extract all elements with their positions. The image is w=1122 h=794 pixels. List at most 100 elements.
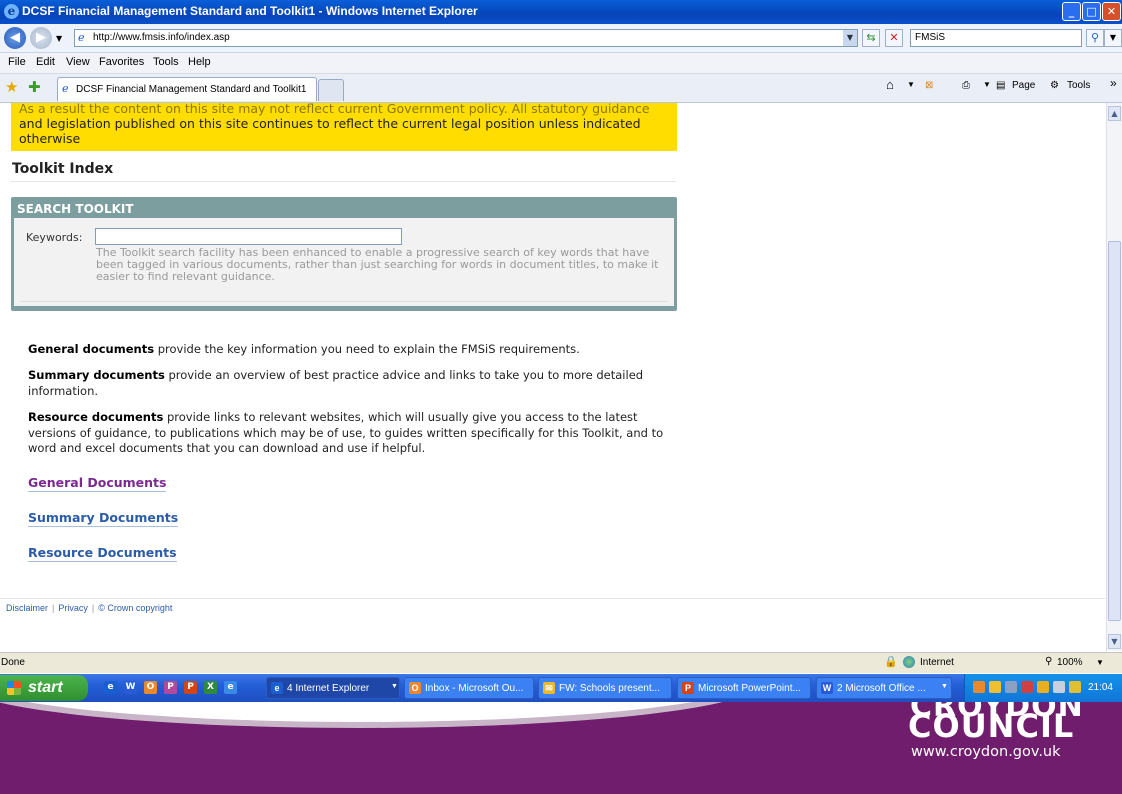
desc-text: provide the key information you need to …	[154, 342, 580, 356]
forward-arrow-icon: ▶	[36, 30, 46, 45]
print-icon[interactable]: ⎙	[962, 80, 970, 91]
scroll-thumb[interactable]	[1108, 241, 1121, 621]
address-dropdown-button[interactable]: ▼	[843, 30, 857, 46]
task-microsoft-office[interactable]: W 2 Microsoft Office ... ▼	[816, 677, 952, 699]
vertical-scrollbar[interactable]: ▲ ▼	[1106, 103, 1122, 651]
window-title-bar[interactable]: e DCSF Financial Management Standard and…	[0, 0, 1122, 24]
tools-menu-button[interactable]: Tools	[1067, 80, 1090, 91]
tab-toolbar: ★ ✚ ℯ DCSF Financial Management Standard…	[0, 74, 1122, 103]
tab-fmsis[interactable]: ℯ DCSF Financial Management Standard and…	[57, 77, 317, 101]
internet-zone-icon	[903, 656, 915, 668]
zoom-level[interactable]: 100%	[1057, 657, 1083, 668]
minimize-button[interactable]: _	[1062, 2, 1081, 21]
keywords-input[interactable]	[95, 228, 402, 245]
windows-taskbar: start e W O P P X e e 4 Internet Explore…	[0, 674, 1122, 702]
white-swoosh	[0, 702, 760, 722]
task-internet-explorer[interactable]: e 4 Internet Explorer ▼	[266, 677, 400, 699]
email-task-icon: ✉	[543, 682, 555, 694]
tray-outlook-icon[interactable]	[973, 681, 985, 693]
resource-documents-link[interactable]: Resource Documents	[28, 545, 177, 562]
page-menu-button[interactable]: Page	[1012, 80, 1035, 91]
tray-battery-icon[interactable]	[1069, 681, 1081, 693]
zoom-icon: ⚲	[1045, 656, 1053, 667]
home-dropdown[interactable]: ▼	[907, 80, 915, 89]
page-footer: Disclaimer | Privacy | © Crown copyright	[6, 603, 173, 613]
quicklaunch-explorer-icon[interactable]: e	[224, 681, 237, 694]
tab-label: DCSF Financial Management Standard and T…	[76, 84, 307, 95]
search-input[interactable]: FMSiS	[910, 29, 1082, 47]
protected-mode-icon: 🔒	[884, 656, 898, 668]
quicklaunch-powerpoint-icon[interactable]: P	[184, 681, 197, 694]
privacy-link[interactable]: Privacy	[58, 603, 88, 613]
powerpoint-task-icon: P	[682, 682, 694, 694]
desc-term: Summary documents	[28, 368, 165, 382]
start-button[interactable]: start	[0, 675, 88, 701]
new-tab-button[interactable]	[318, 79, 344, 101]
feeds-icon[interactable]: ⊠	[925, 80, 933, 91]
summary-documents-link[interactable]: Summary Documents	[28, 510, 179, 527]
search-panel-divider	[20, 301, 668, 302]
word-task-icon: W	[821, 682, 833, 694]
scroll-down-button[interactable]: ▼	[1108, 634, 1121, 649]
refresh-button[interactable]: ⇆	[862, 29, 880, 47]
print-dropdown[interactable]: ▼	[983, 80, 991, 89]
tray-security-icon[interactable]	[989, 681, 1001, 693]
quicklaunch-word-icon[interactable]: W	[124, 681, 137, 694]
tray-network-icon[interactable]	[1021, 681, 1033, 693]
home-icon[interactable]: ⌂	[886, 77, 894, 92]
search-button[interactable]: ⚲	[1086, 29, 1104, 47]
tab-page-icon: ℯ	[62, 82, 69, 95]
zone-label: Internet	[920, 657, 954, 668]
desc-term: Resource documents	[28, 410, 164, 424]
tray-volume-icon[interactable]	[1005, 681, 1017, 693]
address-input[interactable]: ℯ http://www.fmsis.info/index.asp ▼	[74, 29, 858, 47]
policy-notice: As a result the content on this site may…	[11, 103, 677, 151]
disclaimer-link[interactable]: Disclaimer	[6, 603, 48, 613]
quicklaunch-ie-icon[interactable]: e	[104, 681, 117, 694]
stop-button[interactable]: ✕	[885, 29, 903, 47]
keywords-label: Keywords:	[26, 231, 83, 244]
outlook-task-icon: O	[409, 682, 421, 694]
scroll-up-button[interactable]: ▲	[1108, 106, 1121, 121]
menu-help[interactable]: Help	[188, 56, 211, 68]
menu-favorites[interactable]: Favorites	[99, 56, 144, 68]
task-label: 2 Microsoft Office ...	[837, 683, 926, 694]
search-panel-body: Keywords: The Toolkit search facility ha…	[14, 218, 674, 306]
search-options-dropdown[interactable]: ▼	[1104, 29, 1122, 47]
more-commands-chevron[interactable]: »	[1110, 76, 1117, 90]
quicklaunch-outlook-icon[interactable]: O	[144, 681, 157, 694]
general-documents-link[interactable]: General Documents	[28, 475, 167, 492]
menu-edit[interactable]: Edit	[36, 56, 55, 68]
quicklaunch-publisher-icon[interactable]: P	[164, 681, 177, 694]
quicklaunch-excel-icon[interactable]: X	[204, 681, 217, 694]
task-label: 4 Internet Explorer	[287, 683, 370, 694]
menu-view[interactable]: View	[66, 56, 90, 68]
page-icon: ℯ	[78, 31, 85, 44]
menu-file[interactable]: File	[8, 56, 26, 68]
task-powerpoint[interactable]: P Microsoft PowerPoint...	[677, 677, 811, 699]
page-title: Toolkit Index	[12, 161, 114, 177]
address-url: http://www.fmsis.info/index.asp	[93, 32, 230, 43]
task-outlook-inbox[interactable]: O Inbox - Microsoft Ou...	[404, 677, 534, 699]
footer-divider	[0, 598, 1106, 599]
stop-icon: ✕	[889, 31, 899, 44]
maximize-button[interactable]: □	[1082, 2, 1101, 21]
council-word: COUNCIL	[908, 707, 1075, 745]
task-email-fw[interactable]: ✉ FW: Schools present...	[538, 677, 672, 699]
status-text: Done	[1, 657, 25, 668]
task-label: FW: Schools present...	[559, 683, 660, 694]
back-button[interactable]: ◀	[4, 27, 26, 49]
menu-tools[interactable]: Tools	[153, 56, 179, 68]
search-icon: ⚲	[1090, 31, 1100, 44]
window-title: DCSF Financial Management Standard and T…	[22, 4, 478, 18]
add-favorites-icon[interactable]: ✚	[28, 79, 41, 95]
crown-copyright-link[interactable]: © Crown copyright	[98, 603, 172, 613]
tray-update-icon[interactable]	[1037, 681, 1049, 693]
tray-display-icon[interactable]	[1053, 681, 1065, 693]
zoom-dropdown[interactable]: ▼	[1096, 658, 1104, 667]
recent-pages-dropdown[interactable]: ▼	[56, 34, 62, 43]
forward-button[interactable]: ▶	[30, 27, 52, 49]
favorites-star-icon[interactable]: ★	[5, 79, 18, 95]
summary-docs-description: Summary documents provide an overview of…	[28, 368, 668, 399]
close-button[interactable]: ✕	[1102, 2, 1121, 21]
